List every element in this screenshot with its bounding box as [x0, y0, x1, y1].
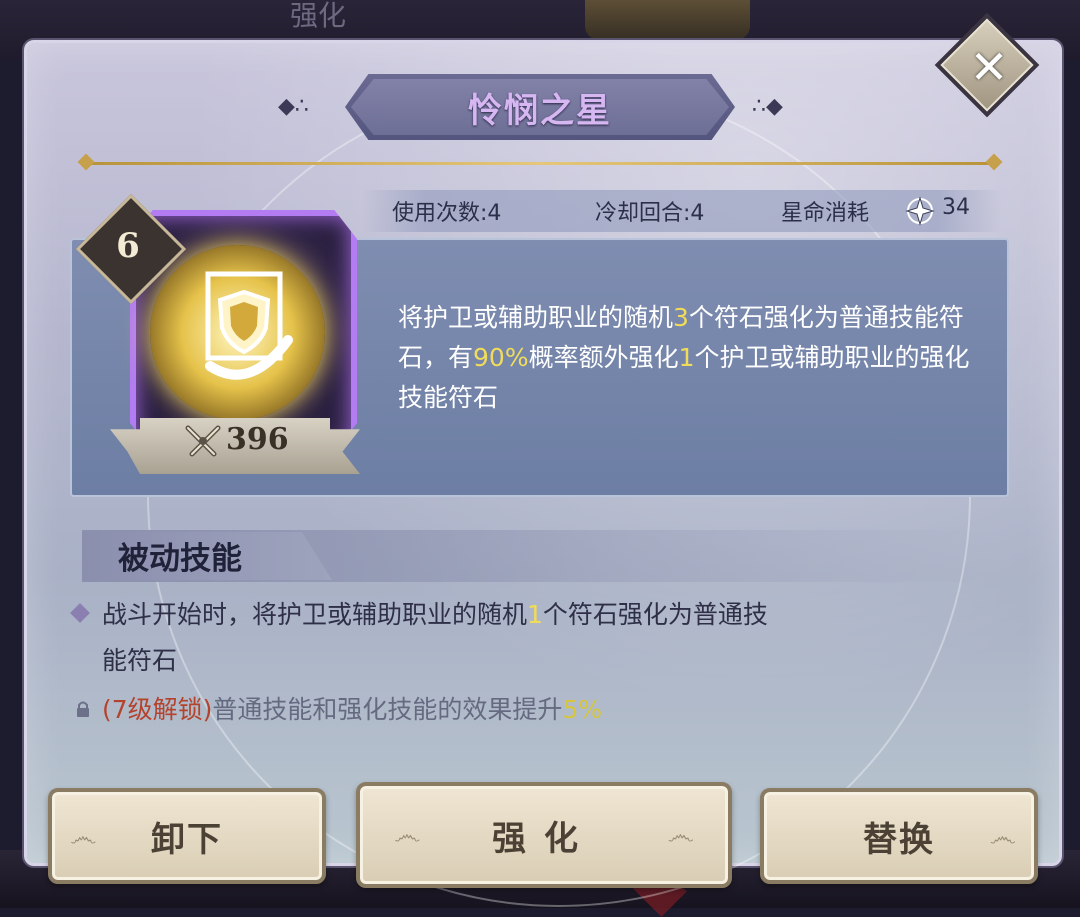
cooldown-stat: 冷却回合:4 [595, 195, 704, 227]
swirl-ornament-icon: ෴ [989, 820, 1016, 853]
swirl-ornament-icon: ෴ [667, 818, 694, 851]
lock-icon [77, 701, 89, 717]
unequip-label: 卸下 [151, 819, 223, 860]
locked-text: 普通技能和强化技能的效果提升 [212, 695, 563, 724]
desc-number: 1 [678, 343, 695, 372]
star-icon [905, 196, 935, 226]
enhance-label: 强化 [492, 818, 596, 859]
swirl-ornament-icon: ෴ [70, 820, 97, 853]
cost-label: 星命消耗 [781, 201, 870, 226]
power-value: 396 [226, 422, 289, 457]
passive-title: 被动技能 [118, 541, 242, 577]
locked-value: 5% [562, 695, 603, 724]
passive-text: 个符石强化为普通技 [542, 600, 768, 629]
cost-stat: 星命消耗 [781, 195, 869, 227]
desc-number: 3 [673, 303, 689, 332]
skill-title: 怜悯之星 [468, 90, 612, 131]
desc-text: 将护卫或辅助职业的随机 [398, 303, 674, 332]
desc-percent: 90% [473, 343, 529, 372]
shield-icon [205, 271, 293, 380]
title-left-ornament: ◆∴ [278, 94, 309, 119]
cooldown-label: 冷却回合: [595, 201, 691, 226]
uses-label: 使用次数: [392, 201, 488, 226]
passive-number: 1 [527, 600, 543, 629]
unlock-level-tag: (7级解锁) [102, 695, 213, 724]
passive-description-cont: 能符石 [102, 646, 178, 675]
background-enhance-label: 强化 [290, 0, 347, 32]
level-value: 6 [116, 226, 140, 266]
cost-value: 34 [942, 195, 970, 220]
desc-text: 概率额外强化 [528, 343, 679, 372]
replace-label: 替换 [863, 819, 935, 860]
passive-text: 战斗开始时，将护卫或辅助职业的随机 [102, 600, 528, 629]
passive-description: 战斗开始时，将护卫或辅助职业的随机1个符石强化为普通技 [102, 592, 962, 638]
background-ornament [585, 0, 750, 40]
crossed-swords-icon [185, 425, 221, 457]
skill-description: 将护卫或辅助职业的随机3个符石强化为普通技能符石，有90%概率额外强化1个护卫或… [398, 298, 988, 418]
unequip-button[interactable]: ෴ 卸下 [48, 788, 326, 884]
cooldown-value: 4 [690, 201, 705, 226]
enhance-button[interactable]: ෴ 强化 ෴ [356, 782, 732, 888]
uses-stat: 使用次数:4 [392, 195, 501, 227]
title-right-ornament: ∴◆ [752, 94, 783, 119]
close-icon[interactable]: ✕ [956, 34, 1022, 100]
title-divider [85, 162, 995, 165]
replace-button[interactable]: 替换 ෴ [760, 788, 1038, 884]
swirl-ornament-icon: ෴ [394, 818, 421, 851]
uses-value: 4 [487, 201, 502, 226]
locked-bonus: (7级解锁)普通技能和强化技能的效果提升5% [102, 690, 602, 726]
